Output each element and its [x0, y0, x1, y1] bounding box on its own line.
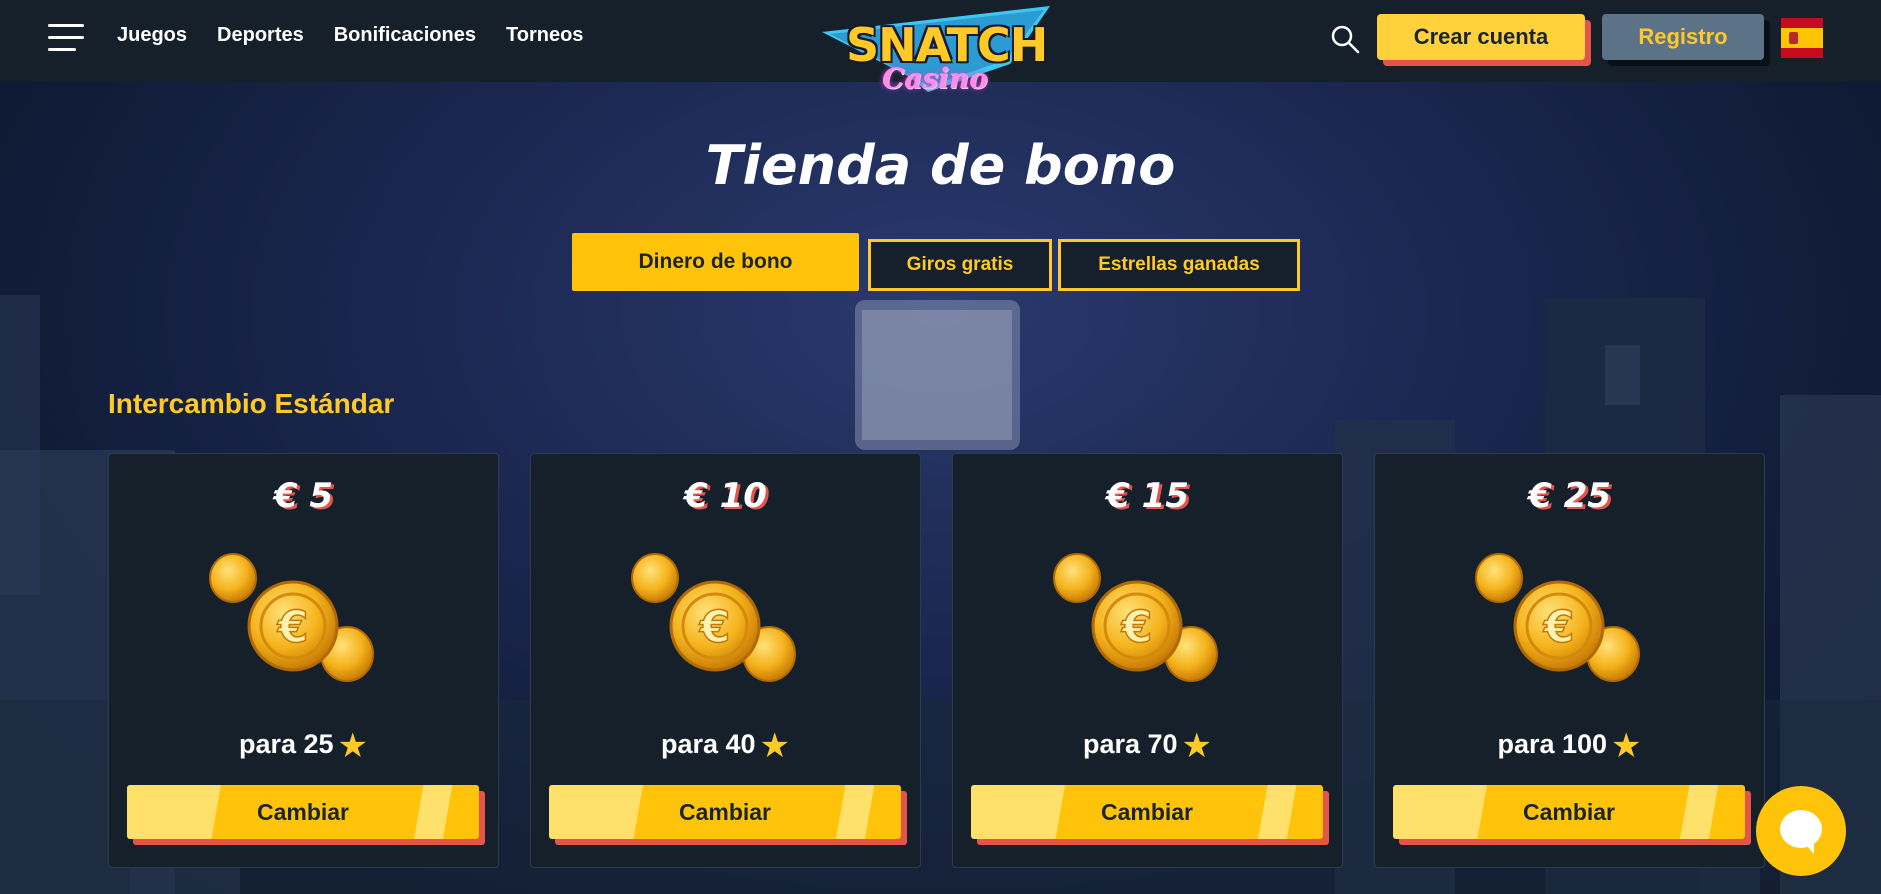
- svg-text:€: €: [277, 602, 309, 653]
- tab-giros-gratis[interactable]: Giros gratis: [868, 239, 1052, 291]
- exchange-button[interactable]: Cambiar: [127, 785, 479, 839]
- create-account-button[interactable]: Crear cuenta: [1377, 14, 1585, 60]
- tab-estrellas-ganadas[interactable]: Estrellas ganadas: [1058, 239, 1300, 291]
- card-amount: € 15: [1106, 476, 1189, 516]
- tab-dinero-de-bono[interactable]: Dinero de bono: [572, 233, 859, 291]
- card-cost-text: para 100: [1497, 729, 1608, 759]
- register-button[interactable]: Registro: [1602, 14, 1764, 60]
- coins-icon: €: [209, 553, 374, 682]
- svg-text:€: €: [1121, 602, 1153, 653]
- spain-flag-icon[interactable]: [1781, 18, 1823, 58]
- exchange-button[interactable]: Cambiar: [971, 785, 1323, 839]
- hamburger-menu-icon[interactable]: [48, 24, 84, 54]
- card-amount: € 5: [273, 476, 334, 516]
- exchange-card: € 5 € para 25 ★ Cambiar: [108, 453, 499, 868]
- snatch-casino-logo[interactable]: SNATCH Casino: [818, 4, 1054, 112]
- card-cost: para 40 ★: [531, 726, 920, 766]
- section-title: Intercambio Estándar: [108, 388, 395, 419]
- nav-item-juegos[interactable]: Juegos: [117, 24, 187, 47]
- card-amount: € 25: [1528, 476, 1611, 516]
- star-icon: ★: [759, 727, 791, 765]
- svg-text:€: €: [699, 602, 731, 653]
- exchange-card: € 25 € para 100 ★ Cambiar: [1374, 453, 1765, 868]
- card-cost: para 25 ★: [109, 726, 498, 766]
- card-cost: para 100 ★: [1375, 726, 1764, 766]
- exchange-button[interactable]: Cambiar: [549, 785, 901, 839]
- star-icon: ★: [1181, 727, 1213, 765]
- top-header: Juegos Deportes Bonificaciones Torneos S…: [0, 0, 1881, 95]
- nav-item-torneos[interactable]: Torneos: [506, 24, 583, 47]
- card-cost-text: para 70: [1082, 729, 1178, 759]
- search-icon[interactable]: [1330, 24, 1360, 54]
- svg-text:€: €: [1543, 602, 1575, 653]
- coins-icon: €: [1053, 553, 1218, 682]
- exchange-card: € 10 € para 40 ★ Cambiar: [530, 453, 921, 868]
- star-icon: ★: [337, 727, 369, 765]
- card-amount: € 10: [684, 476, 767, 516]
- card-cost-text: para 25: [238, 729, 334, 759]
- page-title: Tienda de bono: [705, 134, 1176, 197]
- nav-item-bonificaciones[interactable]: Bonificaciones: [334, 24, 476, 47]
- coins-icon: €: [631, 553, 796, 682]
- star-icon: ★: [1611, 727, 1642, 765]
- card-cost-text: para 40: [660, 729, 756, 759]
- main-nav: Juegos Deportes Bonificaciones Torneos: [117, 24, 613, 47]
- nav-item-deportes[interactable]: Deportes: [217, 24, 304, 47]
- coins-icon: €: [1475, 553, 1640, 682]
- exchange-button[interactable]: Cambiar: [1393, 785, 1745, 839]
- exchange-card: € 15 € para 70 ★ Cambiar: [952, 453, 1343, 868]
- card-cost: para 70 ★: [953, 726, 1342, 766]
- logo-subtitle: Casino: [882, 62, 988, 95]
- chat-icon[interactable]: [1756, 786, 1846, 876]
